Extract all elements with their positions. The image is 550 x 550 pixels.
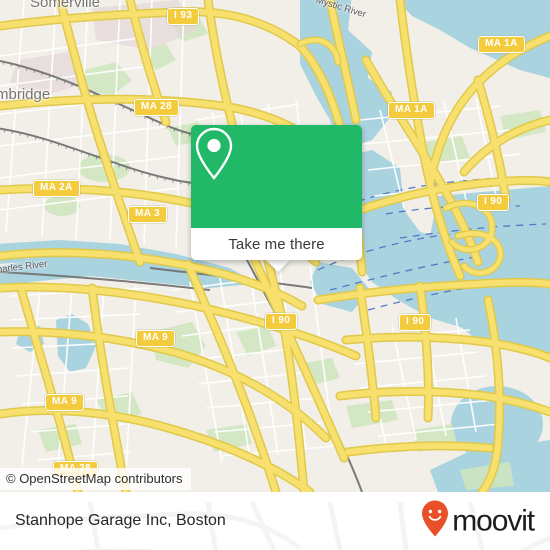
moovit-smiley-pin-icon — [420, 500, 450, 543]
road-shield[interactable]: MA 1A — [388, 102, 435, 119]
road-shield[interactable]: I 90 — [399, 314, 432, 331]
location-popup-card[interactable]: Take me there — [191, 125, 362, 260]
road-shield[interactable]: MA 9 — [136, 330, 176, 347]
popup-tail — [265, 259, 291, 272]
road-shield[interactable]: I 90 — [265, 313, 298, 330]
moovit-brand[interactable]: moovit — [420, 500, 535, 543]
road-shield[interactable]: I 90 — [477, 194, 510, 211]
road-shield[interactable]: I 93 — [167, 8, 200, 25]
road-shield[interactable]: MA 28 — [134, 99, 180, 116]
road-shield[interactable]: MA 2A — [33, 180, 80, 197]
place-label-cambridge: mbridge — [0, 86, 51, 103]
place-label-somerville: Somerville — [30, 0, 101, 11]
road-shield[interactable]: MA 3 — [128, 206, 168, 223]
take-me-there-button[interactable]: Take me there — [191, 228, 362, 260]
moovit-wordmark: moovit — [452, 504, 535, 537]
map-canvas[interactable]: Somerville mbridge Charles River Mystic … — [0, 0, 550, 492]
road-shield[interactable]: MA 9 — [45, 394, 85, 411]
footer-bar: Stanhope Garage Inc, Boston moovit — [0, 492, 550, 550]
road-shield[interactable]: MA 1A — [478, 36, 525, 53]
location-title: Stanhope Garage Inc, Boston — [15, 512, 226, 529]
popup-pin-area — [191, 125, 362, 228]
map-screenshot: Somerville mbridge Charles River Mystic … — [0, 0, 550, 550]
map-attribution[interactable]: © OpenStreetMap contributors — [0, 468, 191, 490]
